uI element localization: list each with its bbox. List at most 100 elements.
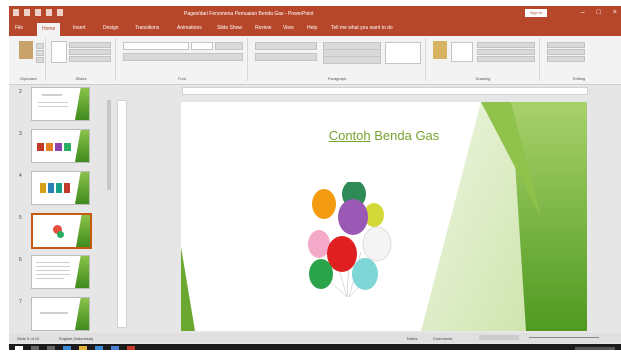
- shapes-gallery[interactable]: [385, 42, 421, 64]
- thumb-text: [36, 270, 70, 271]
- slide-thumbnail[interactable]: [31, 255, 90, 289]
- group-label: Slides: [75, 76, 87, 81]
- minimize-button[interactable]: –: [581, 9, 585, 17]
- edge-icon[interactable]: [63, 346, 71, 350]
- notes-button[interactable]: Notes: [407, 336, 417, 341]
- powerpoint-taskbar-icon[interactable]: [127, 346, 135, 350]
- select-button[interactable]: [547, 56, 585, 62]
- thumbnail-row[interactable]: 7: [18, 297, 104, 331]
- tab-file[interactable]: File: [15, 25, 23, 31]
- sign-in-button[interactable]: Sign in: [525, 9, 547, 17]
- task-view-icon[interactable]: [47, 346, 55, 350]
- thumb-green-shape: [75, 88, 89, 120]
- thumb-text: [36, 278, 64, 279]
- vertical-ruler: [117, 100, 127, 328]
- tab-design[interactable]: Design: [103, 25, 119, 31]
- explorer-icon[interactable]: [79, 346, 87, 350]
- thumbnail-scrollbar[interactable]: [107, 100, 111, 190]
- thumbnail-row[interactable]: 6: [18, 255, 104, 289]
- thumb-text: [40, 312, 68, 314]
- thumbnail-row[interactable]: 5: [18, 213, 104, 249]
- shape-fill-button[interactable]: [477, 42, 535, 48]
- tab-slide-show[interactable]: Slide Show: [217, 25, 242, 31]
- thumb-balloons: [57, 231, 64, 238]
- green-left-shape: [181, 247, 195, 331]
- maximize-button[interactable]: □: [597, 9, 601, 17]
- slide-canvas[interactable]: Contoh Benda Gas: [181, 102, 587, 331]
- arrange-icon[interactable]: [433, 41, 447, 59]
- thumbnail-row[interactable]: 3: [18, 129, 104, 163]
- slide-title[interactable]: Contoh Benda Gas: [181, 128, 587, 143]
- thumb-image: [64, 183, 70, 193]
- quick-access-toolbar: [13, 9, 63, 16]
- thumb-green-shape: [75, 256, 89, 288]
- slide-thumbnail[interactable]: [31, 171, 90, 205]
- thumbnail-number: 3: [19, 131, 22, 137]
- thumb-text: [36, 266, 70, 267]
- reset-button[interactable]: [69, 49, 111, 55]
- slide-thumbnail[interactable]: [31, 297, 90, 331]
- find-button[interactable]: [547, 42, 585, 48]
- shape-outline-button[interactable]: [477, 49, 535, 55]
- start-icon[interactable]: [15, 346, 23, 350]
- slide-thumbnail-selected[interactable]: [31, 213, 92, 249]
- align-buttons[interactable]: [255, 53, 317, 61]
- close-button[interactable]: ×: [613, 9, 617, 17]
- quick-styles-icon[interactable]: [451, 42, 473, 62]
- tab-help[interactable]: Help: [307, 25, 317, 31]
- language-indicator[interactable]: English (Indonesia): [59, 336, 93, 341]
- system-tray[interactable]: [575, 347, 615, 350]
- tab-animations[interactable]: Animations: [177, 25, 202, 31]
- thumb-image: [64, 143, 71, 151]
- store-icon[interactable]: [95, 346, 103, 350]
- slide-thumbnail[interactable]: [31, 87, 90, 121]
- tab-insert[interactable]: Insert: [73, 25, 86, 31]
- thumb-image: [46, 143, 53, 151]
- tab-view[interactable]: View: [283, 25, 294, 31]
- tab-review[interactable]: Review: [255, 25, 271, 31]
- replace-button[interactable]: [547, 49, 585, 55]
- format-painter-icon[interactable]: [36, 57, 44, 63]
- redo-icon[interactable]: [35, 9, 41, 16]
- window-controls: – □ ×: [581, 9, 617, 17]
- powerpoint-window: Pages/dari Fenomena Pemuaian Benda Gas -…: [9, 6, 621, 350]
- thumbnail-row[interactable]: 4: [18, 171, 104, 205]
- smartart-button[interactable]: [323, 56, 381, 64]
- tab-transitions[interactable]: Transitions: [135, 25, 159, 31]
- customize-icon[interactable]: [57, 9, 63, 16]
- font-size-buttons[interactable]: [215, 42, 243, 50]
- horizontal-ruler: [182, 87, 588, 95]
- cut-icon[interactable]: [36, 43, 44, 49]
- new-slide-icon[interactable]: [51, 41, 67, 63]
- undo-icon[interactable]: [24, 9, 30, 16]
- thumb-green-shape: [75, 172, 89, 204]
- status-bar: Slide 5 of 10 English (Indonesia) Notes …: [9, 333, 621, 343]
- shape-effects-button[interactable]: [477, 56, 535, 62]
- tab-home[interactable]: Home: [37, 23, 61, 36]
- comments-button[interactable]: Comments: [433, 336, 452, 341]
- ribbon-tabs: File Home Insert Design Transitions Anim…: [9, 21, 621, 36]
- save-icon[interactable]: [13, 9, 19, 16]
- thumbnail-number: 7: [19, 299, 22, 305]
- title-bar: Pages/dari Fenomena Pemuaian Benda Gas -…: [9, 6, 621, 21]
- group-label: Clipboard: [19, 76, 37, 81]
- layout-button[interactable]: [69, 42, 111, 48]
- group-label: Editing: [572, 76, 586, 81]
- zoom-slider[interactable]: [529, 337, 599, 338]
- slide-thumbnail[interactable]: [31, 129, 90, 163]
- font-size-box[interactable]: [191, 42, 213, 50]
- thumbnail-row[interactable]: 2: [18, 87, 104, 121]
- font-format-buttons[interactable]: [123, 53, 243, 61]
- section-button[interactable]: [69, 56, 111, 62]
- mail-icon[interactable]: [111, 346, 119, 350]
- font-name-box[interactable]: [123, 42, 189, 50]
- document-title: Pages/dari Fenomena Pemuaian Benda Gas -…: [184, 11, 314, 17]
- tell-me-search[interactable]: Tell me what you want to do: [331, 25, 393, 31]
- search-icon[interactable]: [31, 346, 39, 350]
- copy-icon[interactable]: [36, 50, 44, 56]
- view-buttons[interactable]: [479, 335, 519, 340]
- present-icon[interactable]: [46, 9, 52, 16]
- balloons-image[interactable]: [299, 182, 399, 302]
- list-buttons[interactable]: [255, 42, 317, 50]
- paste-icon[interactable]: [19, 41, 33, 59]
